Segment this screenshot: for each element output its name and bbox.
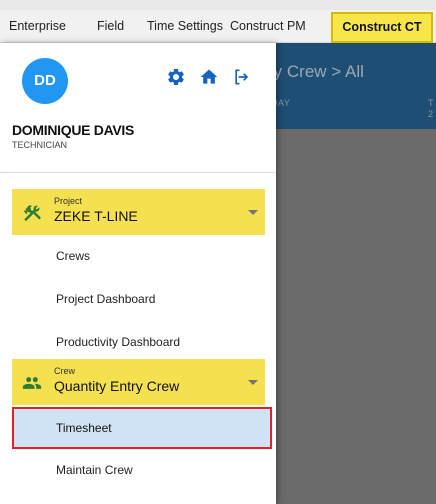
user-name: DOMINIQUE DAVIS xyxy=(12,122,135,138)
app-column-header-2-line1: T xyxy=(428,98,434,108)
nav-item-productivity-dashboard[interactable]: Productivity Dashboard xyxy=(56,335,180,349)
tab-enterprise[interactable]: Enterprise xyxy=(9,19,66,33)
logout-icon[interactable] xyxy=(232,67,252,87)
chevron-down-icon[interactable] xyxy=(248,378,258,386)
nav-item-maintain-crew[interactable]: Maintain Crew xyxy=(56,463,133,477)
gear-icon[interactable] xyxy=(166,67,186,87)
chevron-down-icon[interactable] xyxy=(248,208,258,216)
tab-construct-ct[interactable]: Construct CT xyxy=(331,12,433,43)
tab-time-settings[interactable]: Time Settings xyxy=(147,19,223,33)
project-label: Project xyxy=(54,196,83,206)
project-selector[interactable]: Project ZEKE T-LINE xyxy=(12,189,265,235)
tab-construct-pm[interactable]: Construct PM xyxy=(230,19,306,33)
crew-value: Quantity Entry Crew xyxy=(54,378,180,394)
nav-item-timesheet[interactable]: Timesheet xyxy=(12,407,272,449)
app-column-header-2-line2: 2 xyxy=(428,109,434,119)
navigation-drawer: DD DOMINIQUE DAVIS TECHNICIAN Project ZE… xyxy=(0,43,276,504)
home-icon[interactable] xyxy=(199,67,219,87)
nav-item-project-dashboard[interactable]: Project Dashboard xyxy=(56,292,155,306)
people-icon xyxy=(22,377,42,389)
top-strip xyxy=(0,0,436,10)
user-role: TECHNICIAN xyxy=(12,140,68,150)
divider xyxy=(0,172,276,173)
tab-field[interactable]: Field xyxy=(97,19,124,33)
crew-label: Crew xyxy=(54,366,76,376)
app-breadcrumb-title: ry Crew > All xyxy=(268,62,364,81)
app-column-header-2: T 2 xyxy=(428,98,434,120)
project-value: ZEKE T-LINE xyxy=(54,208,138,224)
top-tab-bar: Enterprise Field Time Settings Construct… xyxy=(0,0,436,43)
crew-selector[interactable]: Crew Quantity Entry Crew xyxy=(12,359,265,405)
nav-item-timesheet-label: Timesheet xyxy=(56,421,112,435)
nav-item-crews[interactable]: Crews xyxy=(56,249,90,263)
avatar[interactable]: DD xyxy=(22,58,68,104)
tools-icon xyxy=(23,205,41,222)
